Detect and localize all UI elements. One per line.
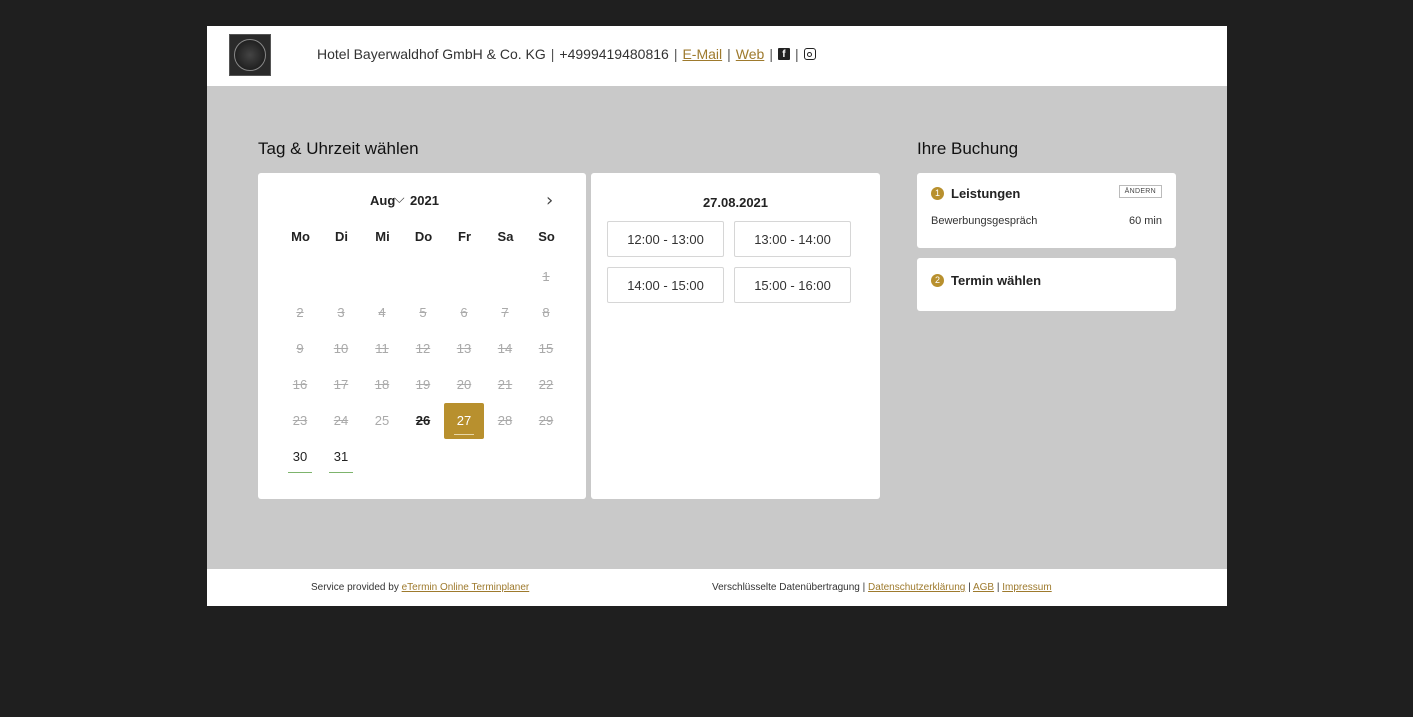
booking-frame: Hotel Bayerwaldhof GmbH & Co. KG | +4999… (207, 26, 1227, 606)
datetime-title: Tag & Uhrzeit wählen (258, 139, 419, 158)
separator: | (727, 46, 731, 62)
calendar-day: 23 (292, 413, 308, 428)
separator: | (862, 582, 866, 593)
calendar-day: 12 (415, 341, 431, 356)
calendar-day: 25 (374, 413, 390, 428)
logo-emblem (234, 39, 266, 71)
header-bar: Hotel Bayerwaldhof GmbH & Co. KG | +4999… (207, 26, 1227, 86)
calendar-day: 10 (333, 341, 349, 356)
calendar-day-selected[interactable]: 27 (444, 403, 484, 439)
calendar-day: 16 (292, 377, 308, 392)
separator: | (550, 46, 555, 62)
hotel-logo (229, 34, 271, 76)
change-button[interactable]: ÄNDERN (1118, 185, 1162, 198)
encrypted-text: Verschlüsselte Datenübertragung (712, 582, 860, 593)
web-link[interactable]: Web (736, 46, 765, 62)
calendar-day: 13 (456, 341, 472, 356)
calendar-day: 1 (542, 269, 550, 284)
footer: Service provided by eTermin Online Termi… (207, 569, 1227, 606)
year-label[interactable]: 2021 (410, 193, 439, 208)
calendar-day: 24 (333, 413, 349, 428)
calendar-day: 9 (296, 341, 304, 356)
calendar-day-available[interactable]: 30 (280, 439, 320, 475)
weekday: Di (335, 229, 348, 244)
separator: | (769, 46, 773, 62)
month-select[interactable]: Aug (370, 193, 395, 208)
booking-title: Ihre Buchung (917, 139, 1019, 158)
calendar-day: 17 (333, 377, 349, 392)
calendar-day: 4 (378, 305, 386, 320)
separator: | (996, 582, 1000, 593)
calendar-day: 7 (501, 305, 509, 320)
calendar-day: 29 (538, 413, 554, 428)
contact-info: Hotel Bayerwaldhof GmbH & Co. KG | +4999… (317, 46, 816, 62)
phone-number: +4999419480816 (559, 46, 669, 62)
time-slot-button[interactable]: 13:00 - 14:00 (734, 221, 851, 257)
calendar-day: 21 (497, 377, 513, 392)
calendar-day: 6 (460, 305, 468, 320)
weekday: Mi (375, 229, 390, 244)
calendar-day: 8 (542, 305, 550, 320)
step-title: Leistungen (951, 186, 1021, 201)
calendar-day: 11 (375, 341, 389, 356)
calendar-day: 20 (456, 377, 472, 392)
weekday: Mo (291, 229, 310, 244)
separator: | (794, 46, 799, 62)
chevron-right-icon[interactable]: › (546, 190, 553, 211)
booking-step-services: 1 Leistungen ÄNDERN Bewerbungsgespräch 6… (917, 173, 1176, 248)
time-slot-button[interactable]: 14:00 - 15:00 (607, 267, 724, 303)
selected-date: 27.08.2021 (702, 195, 769, 210)
calendar-day: 22 (538, 377, 554, 392)
calendar-day: 18 (374, 377, 390, 392)
agb-link[interactable]: AGB (973, 582, 994, 593)
calendar-header: Aug ⌵ 2021 › (258, 190, 586, 215)
time-slot-button[interactable]: 12:00 - 13:00 (607, 221, 724, 257)
etermin-link[interactable]: eTermin Online Terminplaner (402, 582, 530, 593)
step-title: Termin wählen (951, 273, 1042, 288)
calendar-day: 15 (538, 341, 554, 356)
booking-step-appointment: 2 Termin wählen (917, 258, 1176, 311)
weekday-header: Mo Di Mi Do Fr Sa So (280, 229, 567, 244)
calendar-card: Aug ⌵ 2021 › Mo Di Mi Do Fr Sa So 1 2 3 … (258, 173, 586, 499)
calendar-day: 2 (296, 305, 304, 320)
step-number: 1 (931, 187, 944, 200)
instagram-icon[interactable] (803, 48, 816, 60)
calendar-day: 5 (419, 305, 427, 320)
separator: | (968, 582, 971, 593)
calendar-day: 3 (337, 305, 345, 320)
weekday: So (538, 229, 555, 244)
calendar-day: 19 (415, 377, 431, 392)
step-number: 2 (931, 274, 944, 287)
provided-by-text: Service provided by (311, 582, 399, 593)
separator: | (673, 46, 678, 62)
impressum-link[interactable]: Impressum (1002, 582, 1051, 593)
weekday: Do (414, 229, 433, 244)
weekday: Fr (458, 229, 471, 244)
timeslot-card: 27.08.2021 12:00 - 13:00 13:00 - 14:00 1… (591, 173, 880, 499)
service-name: Bewerbungsgespräch (931, 215, 1038, 227)
footer-provider: Service provided by eTermin Online Termi… (311, 582, 529, 593)
footer-legal: Verschlüsselte Datenübertragung | Datens… (712, 582, 1052, 593)
weekday: Sa (497, 229, 514, 244)
calendar-day: 14 (497, 341, 513, 356)
time-slot-button[interactable]: 15:00 - 16:00 (734, 267, 851, 303)
email-link[interactable]: E-Mail (682, 46, 722, 62)
service-duration: 60 min (1128, 215, 1162, 227)
calendar-day: 28 (497, 413, 513, 428)
privacy-link[interactable]: Datenschutzerklärung (868, 582, 965, 593)
calendar-day-available[interactable]: 31 (321, 439, 361, 475)
chevron-down-icon[interactable]: ⌵ (394, 191, 405, 207)
facebook-icon[interactable]: f (777, 48, 790, 60)
calendar-day-today: 26 (415, 413, 431, 428)
company-name: Hotel Bayerwaldhof GmbH & Co. KG (317, 46, 546, 62)
